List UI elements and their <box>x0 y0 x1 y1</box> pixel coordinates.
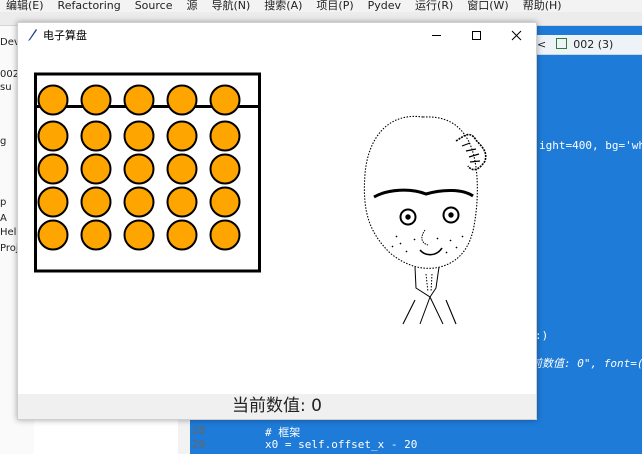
cartoon-face-drawing <box>363 115 487 325</box>
window-title: 电子算盘 <box>43 29 87 42</box>
line-number: 28 <box>192 424 206 437</box>
minimize-icon <box>432 35 441 36</box>
upper-bead[interactable] <box>166 84 198 116</box>
code-line: 前数值: 0", font=(" <box>535 357 642 370</box>
feather-icon <box>28 29 37 41</box>
code-line: ight=400, bg='whit <box>539 139 642 152</box>
upper-bead[interactable] <box>123 84 155 116</box>
abacus-canvas[interactable] <box>18 48 536 394</box>
lower-bead[interactable] <box>80 120 112 152</box>
lower-bead[interactable] <box>123 120 155 152</box>
lower-bead[interactable] <box>37 120 69 152</box>
close-icon <box>511 30 522 41</box>
ide-menu-item[interactable]: 导航(N) <box>211 0 250 12</box>
lower-bead[interactable] <box>80 186 112 218</box>
project-tree-item[interactable]: p <box>0 197 6 208</box>
python-file-icon <box>555 38 567 49</box>
ide-menu-item[interactable]: 运行(R) <box>415 0 453 12</box>
line-number: 29 <box>192 438 206 451</box>
project-tree-item[interactable]: A <box>0 213 7 224</box>
lower-bead[interactable] <box>80 153 112 185</box>
canvas-drawing <box>34 72 487 325</box>
lower-bead[interactable] <box>123 186 155 218</box>
ide-menu-item[interactable]: Source <box>135 0 173 12</box>
lower-bead[interactable] <box>209 153 241 185</box>
lower-bead[interactable] <box>166 120 198 152</box>
lower-bead[interactable] <box>37 153 69 185</box>
ide-menu-item[interactable]: Refactoring <box>58 0 121 12</box>
ide-menu-item[interactable]: Pydev <box>368 0 401 12</box>
ide-menu-item[interactable]: 帮助(H) <box>523 0 562 12</box>
current-value-label: 当前数值: 0 <box>232 396 322 416</box>
code-line: x0 = self.offset_x - 20 <box>265 438 418 451</box>
lower-bead[interactable] <box>209 120 241 152</box>
close-button[interactable] <box>496 23 536 48</box>
lower-bead[interactable] <box>166 153 198 185</box>
project-tree-item[interactable]: g <box>0 136 6 147</box>
upper-bead[interactable] <box>37 84 69 116</box>
status-bar: 当前数值: 0 <box>18 394 536 419</box>
abacus-window: 电子算盘 当前数值: 0 <box>17 22 537 420</box>
upper-bead[interactable] <box>80 84 112 116</box>
lower-bead[interactable] <box>123 219 155 251</box>
lower-bead[interactable] <box>166 219 198 251</box>
title-bar[interactable]: 电子算盘 <box>18 23 536 48</box>
maximize-icon <box>472 31 481 40</box>
ide-menubar: 编辑(E) Refactoring Source 源 导航(N) 搜索(A) 项目(P) Py… <box>0 0 642 12</box>
editor-tab-label: 002 (3) <box>573 38 614 51</box>
lower-bead[interactable] <box>123 153 155 185</box>
project-tree-item[interactable]: Proj <box>0 243 19 254</box>
lower-bead[interactable] <box>37 186 69 218</box>
lower-bead[interactable] <box>37 219 69 251</box>
ide-editor: ight=400, bg='whit :) 前数值: 0", font=(" <box>535 26 642 454</box>
project-tree-item[interactable]: su <box>0 82 12 93</box>
upper-bead[interactable] <box>209 84 241 116</box>
ide-editor-tab[interactable]: < 002 (3) <box>535 35 642 55</box>
lower-bead[interactable] <box>166 186 198 218</box>
ide-menu-item[interactable]: 编辑(E) <box>6 0 44 12</box>
ide-menu-item[interactable]: 源 <box>186 0 197 12</box>
lower-bead[interactable] <box>80 219 112 251</box>
lower-bead[interactable] <box>209 186 241 218</box>
maximize-button[interactable] <box>456 23 496 48</box>
ide-menu-item[interactable]: 项目(P) <box>316 0 353 12</box>
minimize-button[interactable] <box>416 23 456 48</box>
lower-bead[interactable] <box>209 219 241 251</box>
ide-menu-item[interactable]: 窗口(W) <box>467 0 508 12</box>
ide-menu-item[interactable]: 搜索(A) <box>264 0 302 12</box>
